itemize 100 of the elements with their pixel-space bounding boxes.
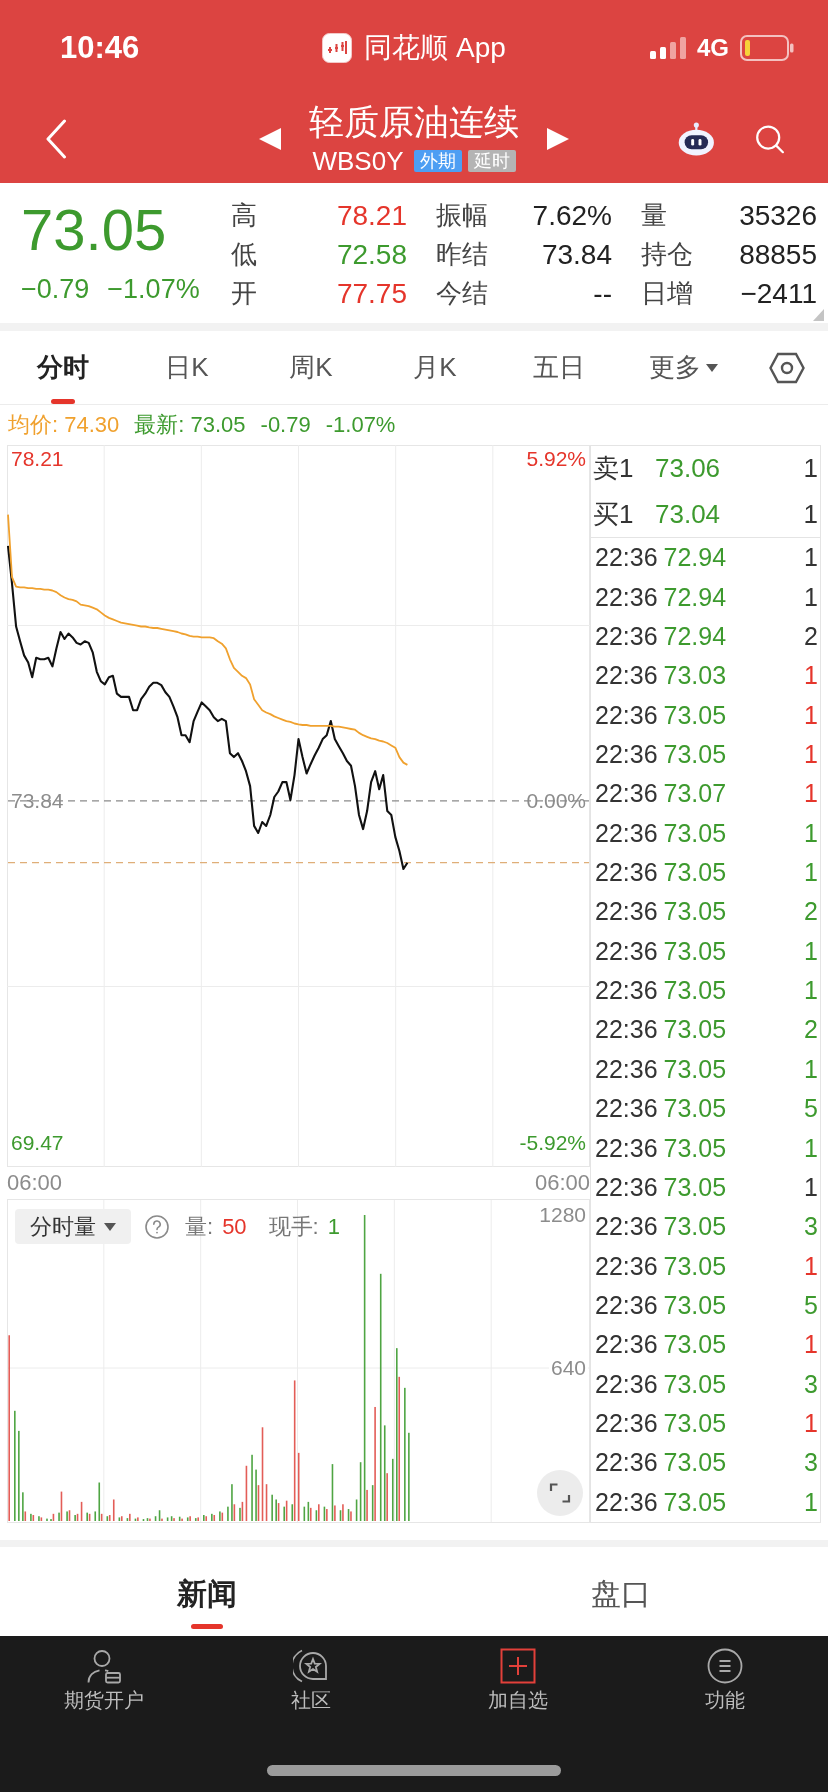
percent-label: -5.92% [519,1129,586,1156]
previous-triangle-icon[interactable] [259,128,281,150]
stat-label: 低 [231,238,257,271]
tag: 外期 [413,150,462,172]
trade-price: 72.94 [663,543,727,573]
stat-value: 78.21 [336,199,407,232]
axis-label: 69.47 [11,1129,64,1156]
trade-price: 73.05 [663,1133,727,1163]
back-icon[interactable] [45,119,67,159]
trade-time: 22:36 [595,1094,658,1124]
percent-change: -1.07% [325,412,396,438]
app-name: 同花顺 App [364,30,506,65]
hand-label: 现手: [268,1212,319,1241]
section-tab[interactable]: 盘口 [583,1547,659,1636]
trade-time: 22:36 [595,1448,658,1478]
time-label: 06:00 [7,1170,63,1196]
stat-label: 日增 [641,277,693,310]
trade-time: 22:36 [595,1172,658,1202]
price-change: -0.79 [260,412,311,438]
stat-label: 开 [231,277,257,310]
trade-time: 22:36 [595,1291,658,1320]
trade-price: 73.05 [663,1409,727,1439]
trade-time: 22:36 [595,582,658,612]
trade-time: 22:36 [595,936,658,966]
expand-icon[interactable] [537,1470,583,1516]
volume-value: 50 [222,1213,247,1240]
trade-volume: 1 [804,700,818,730]
order-price: 73.06 [655,453,721,485]
trade-time: 22:36 [595,1212,658,1242]
trade-volume: 1 [804,976,818,1006]
settings-icon[interactable] [768,351,805,384]
chart-tab[interactable]: 五日 [497,331,621,404]
percent-label: 5.92% [526,446,586,473]
stat-label: 高 [231,199,257,232]
status-time: 10:46 [60,29,140,66]
trade-price: 73.03 [663,661,727,691]
trade-time: 22:36 [595,543,658,573]
next-triangle-icon[interactable] [547,128,569,150]
volume-label: 量: [185,1212,214,1241]
chart-tab[interactable]: 分时 [1,331,125,404]
menu-icon [706,1648,743,1684]
average-price: 均价: 74.30 [8,411,120,439]
trade-time: 22:36 [595,1330,658,1360]
trade-volume: 2 [804,1015,818,1045]
trade-volume: 1 [804,1330,818,1360]
trade-price: 72.94 [663,621,727,651]
section-tab[interactable]: 新闻 [169,1547,245,1636]
trade-time: 22:36 [595,897,658,927]
signal-icon [650,36,686,59]
trade-time: 22:36 [595,661,658,691]
trade-price: 73.05 [663,739,727,769]
instrument-code: WBS0Y [312,146,404,176]
trade-volume: 1 [804,936,818,966]
trade-time: 22:36 [595,858,658,888]
caret-icon [705,363,718,372]
stat-label: 持仓 [641,238,693,271]
nav-tab[interactable]: 加自选 [487,1648,548,1712]
person-icon [85,1648,122,1684]
chart-tab[interactable]: 日K [125,331,249,404]
trade-price: 73.05 [663,1094,727,1124]
trade-price: 73.07 [663,779,727,809]
trade-time: 22:36 [595,700,658,730]
trade-time: 22:36 [595,1133,658,1163]
trade-price: 73.05 [663,1448,727,1478]
trade-price: 73.05 [663,1015,727,1045]
trade-volume: 1 [804,818,818,848]
trade-volume: 1 [804,661,818,691]
order-volume: 1 [803,498,818,530]
trade-volume: 3 [804,1369,818,1399]
nav-tab[interactable]: 社区 [290,1648,331,1712]
trade-time: 22:36 [595,1251,658,1281]
trade-volume: 1 [804,543,818,573]
chart-tab[interactable]: 更多 [621,331,745,404]
trade-volume: 5 [804,1291,818,1320]
latest-price: 最新: 73.05 [134,411,246,439]
trade-time: 22:36 [595,621,658,651]
trade-price: 73.05 [663,1054,727,1084]
chart-tab[interactable]: 周K [249,331,373,404]
trade-price: 73.05 [663,1251,727,1281]
stat-value: 73.84 [541,238,612,271]
axis-label: 78.21 [11,446,64,473]
nav-tab[interactable]: 功能 [704,1648,745,1712]
trade-volume: 1 [804,739,818,769]
trade-price: 73.05 [663,1330,727,1360]
trade-price: 73.05 [663,936,727,966]
trade-volume: 1 [804,779,818,809]
caret-icon [104,1222,116,1231]
trade-price: 73.05 [663,700,727,730]
tag: 延时 [467,150,516,172]
app-logo-icon [322,32,353,63]
chart-tab[interactable]: 月K [373,331,497,404]
stat-label: 振幅 [436,199,488,232]
help-icon[interactable] [145,1214,169,1239]
trade-volume: 1 [804,1409,818,1439]
nav-tab[interactable]: 期货开户 [63,1648,144,1712]
trade-price: 73.05 [663,818,727,848]
volume-selector[interactable]: 分时量 [15,1209,131,1244]
trade-price: 73.05 [663,1369,727,1399]
stat-label: 昨结 [436,238,488,271]
trade-volume: 1 [804,582,818,612]
